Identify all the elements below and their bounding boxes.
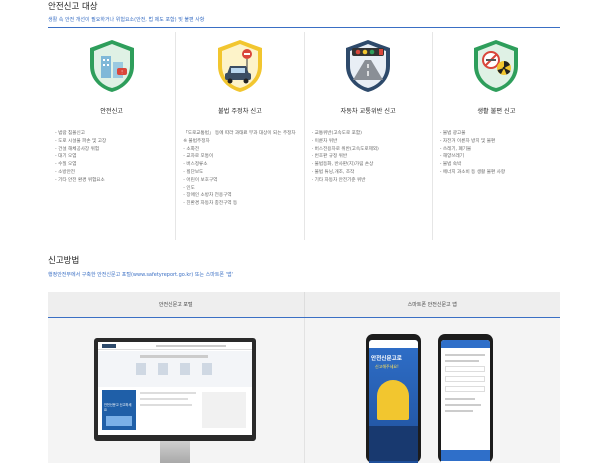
list-item: - 버스정류소 xyxy=(183,162,208,168)
list-item: - 불법 튜닝,개조, 조작 xyxy=(311,169,355,175)
app-form-field xyxy=(445,366,485,372)
list-item: - 기타 자동차 안전기준 위반 xyxy=(311,177,366,183)
category-illegal-parking: 불법 주정차 신고 「도로교통법」 등에 따라 과태료 부과 대상이 되는 주정… xyxy=(175,32,303,240)
list-item: - 번호판 규정 위반 xyxy=(311,154,348,160)
category-traffic-violation: 자동차 교통위반 신고 - 교통위반(고속도로 포함) - 이륜차 위반 - 버… xyxy=(303,32,432,240)
svg-text:!: ! xyxy=(121,70,123,75)
category-list: - 교통위반(고속도로 포함) - 이륜차 위반 - 버스전용차로 위반(고속도… xyxy=(312,130,429,185)
app-form-line xyxy=(445,404,481,406)
portal-line xyxy=(140,392,196,394)
category-list: - 불법 광고물 - 자전거 이륜차 방치 및 불편 - 쓰레기, 폐기물 - … xyxy=(440,130,557,177)
section-subtitle: 생활 속 안전 개선이 필요하거나 위험요소(안전, 법 제도 포함) 및 불편… xyxy=(48,17,205,23)
app-form-line xyxy=(445,360,479,362)
app-banner-line2: 신고해주세요! xyxy=(375,364,399,369)
report-category-columns: ! 안전신고 - 범람 침몰신고 - 도로 시설물 파손 및 고장 - 건설 해… xyxy=(48,32,560,240)
monitor-stand xyxy=(160,441,190,463)
portal-logo xyxy=(102,344,116,348)
list-item: - 인도 xyxy=(183,185,195,191)
section-title: 안전신고 대상 xyxy=(48,2,98,12)
list-item: - 소방안전 xyxy=(55,169,76,175)
app-banner-line1: 안전신문고로 xyxy=(371,356,402,362)
portal-banner-image xyxy=(106,416,132,426)
list-item: - 건설 해체공사장 위험 xyxy=(55,146,100,152)
category-list: - 범람 침몰신고 - 도로 시설물 파손 및 고장 - 건설 해체공사장 위험… xyxy=(55,130,172,185)
list-item: - 수질 오염 xyxy=(55,162,77,168)
list-item: - 불법등화, 반사판(지)가림 손상 xyxy=(311,162,374,168)
list-item: - 도로 시설물 파손 및 고장 xyxy=(55,138,107,144)
method-divider xyxy=(304,318,305,463)
app-character xyxy=(377,380,409,420)
category-safety: ! 안전신고 - 범람 침몰신고 - 도로 시설물 파손 및 고장 - 건설 해… xyxy=(48,32,175,240)
list-item: - 에너지 과소비 등 생활 불편 사항 xyxy=(439,169,506,175)
category-title: 불법 주정차 신고 xyxy=(217,108,262,115)
app-label: 스마트폰 안전신문고 앱 xyxy=(407,302,457,308)
category-title: 안전신고 xyxy=(100,108,124,115)
list-item: - 이륜차 위반 xyxy=(311,138,338,144)
portal-screen: 안전신문고 신고하세요 xyxy=(98,342,252,435)
portal-banner-text: 안전신문고 신고하세요 xyxy=(104,403,132,412)
portal-monitor-image: 안전신문고 신고하세요 xyxy=(94,338,256,441)
section-title: 신고방법 xyxy=(48,256,80,266)
list-item: - 불법 숙박 xyxy=(439,162,462,168)
list-item: - 어린이 보호구역 xyxy=(183,177,218,183)
list-item: - 쓰레기, 폐기물 xyxy=(439,146,472,152)
app-form-field xyxy=(445,376,485,382)
method-header: 안전신문고 포털 스마트폰 안전신문고 앱 xyxy=(48,292,560,318)
portal-menu xyxy=(156,345,226,347)
list-item: - 기타 안전 환경 위험요소 xyxy=(55,177,105,183)
list-item: - 횡단보도 xyxy=(183,169,204,175)
list-item: ※ 불법주정차 xyxy=(183,138,210,144)
list-item: - 장애인 소방차 전용구역 xyxy=(183,193,232,199)
app-form-line xyxy=(445,410,473,412)
category-title: 생활 불편 신고 xyxy=(477,108,516,115)
app-status-bar xyxy=(369,340,418,348)
app-bottom-area xyxy=(369,426,418,461)
list-item: - 대기 오염 xyxy=(55,154,77,160)
portal-line xyxy=(140,398,188,400)
list-item: - 버스전용차로 위반(고속도로제외) xyxy=(311,146,379,152)
report-method-panel: 안전신문고 포털 스마트폰 안전신문고 앱 안전신문고 신고하세요 안전신문고로… xyxy=(48,292,560,463)
portal-card xyxy=(180,363,190,375)
portal-hero-text xyxy=(140,355,208,358)
section-subtitle: 행정안전부에서 구축한 안전신문고 포털(www.safetyreport.go… xyxy=(48,272,233,278)
category-list: 「도로교통법」 등에 따라 과태료 부과 대상이 되는 주정차 ※ 불법주정차 … xyxy=(183,130,300,208)
portal-label: 안전신문고 포털 xyxy=(48,292,305,317)
app-form-field xyxy=(445,386,485,392)
list-item: - 교차로 모퉁이 xyxy=(183,154,214,160)
portal-side-box xyxy=(202,392,246,428)
list-item: - 해양쓰레기 xyxy=(439,154,464,160)
app-form-screen xyxy=(441,340,490,463)
category-title: 자동차 교통위반 신고 xyxy=(340,108,396,115)
portal-card xyxy=(202,363,212,375)
traffic-light-icon xyxy=(346,40,391,92)
app-form-line xyxy=(445,354,485,356)
portal-nav-bar xyxy=(98,342,252,350)
list-item: - 친환경 자동차 충전구역 등 xyxy=(183,201,238,207)
portal-card xyxy=(158,363,168,375)
app-form-header xyxy=(441,340,490,348)
app-phone-form-image xyxy=(438,334,493,463)
portal-line xyxy=(140,404,192,406)
list-item: - 소화전 xyxy=(183,146,200,152)
section-divider xyxy=(48,27,560,28)
app-form-submit xyxy=(441,450,490,461)
portal-banner: 안전신문고 신고하세요 xyxy=(102,390,136,430)
list-item: - 불법 광고물 xyxy=(439,131,466,136)
list-item: - 범람 침몰신고 xyxy=(55,131,85,136)
no-smoking-icon xyxy=(474,40,519,92)
category-living-inconvenience: 생활 불편 신고 - 불법 광고물 - 자전거 이륜차 방치 및 불편 - 쓰레… xyxy=(431,32,560,240)
portal-hero xyxy=(98,351,252,387)
list-item: - 교통위반(고속도로 포함) xyxy=(311,131,362,136)
portal-card xyxy=(136,363,146,375)
app-form-line xyxy=(445,398,475,400)
building-hazard-icon: ! xyxy=(89,40,134,92)
parked-car-icon xyxy=(217,40,262,92)
app-phone-image: 안전신문고로 신고해주세요! xyxy=(366,334,421,463)
app-screen: 안전신문고로 신고해주세요! xyxy=(369,340,418,463)
list-item: 「도로교통법」 등에 따라 과태료 부과 대상이 되는 주정차 xyxy=(183,131,296,136)
list-item: - 자전거 이륜차 방치 및 불편 xyxy=(439,138,496,144)
